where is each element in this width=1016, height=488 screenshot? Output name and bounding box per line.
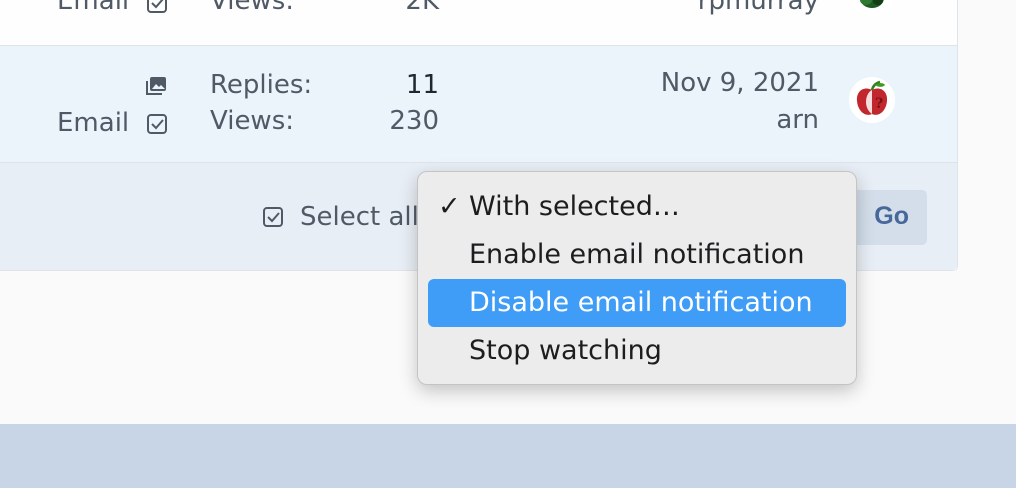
apple-avatar-icon: ? bbox=[849, 77, 895, 123]
last-poster[interactable]: rpmurray bbox=[559, 0, 819, 16]
menu-item-stop-watching[interactable]: Stop watching bbox=[428, 327, 846, 375]
views-label: Views: bbox=[210, 0, 295, 16]
menu-item-label: Enable email notification bbox=[469, 239, 805, 270]
menu-item-label: Disable email notification bbox=[469, 287, 813, 318]
thread-row-selected[interactable]: Email Replies: 11 Views: 230 Nov 9, 2021… bbox=[0, 46, 957, 163]
menu-item-with-selected[interactable]: ✓ With selected… bbox=[428, 183, 846, 231]
notification-type: Email bbox=[57, 108, 130, 138]
go-button-label: Go bbox=[874, 202, 909, 230]
user-avatar-icon bbox=[850, 0, 894, 16]
check-mark-icon: ✓ bbox=[438, 191, 461, 222]
menu-item-enable-email[interactable]: Enable email notification bbox=[428, 231, 846, 279]
menu-item-disable-email[interactable]: Disable email notification bbox=[428, 279, 846, 327]
last-post-date[interactable]: Nov 9, 2021 bbox=[559, 68, 819, 98]
views-count: 230 bbox=[389, 106, 439, 136]
page-footer-band bbox=[0, 424, 1016, 488]
replies-label: Replies: bbox=[210, 70, 313, 100]
avatar[interactable]: ? bbox=[849, 77, 895, 123]
last-poster[interactable]: arn bbox=[559, 105, 819, 135]
thread-row[interactable]: Email Views: 2K rpmurray bbox=[0, 0, 957, 46]
image-icon bbox=[146, 77, 166, 95]
views-label: Views: bbox=[210, 106, 295, 136]
menu-item-label: Stop watching bbox=[469, 335, 662, 366]
replies-count: 11 bbox=[405, 70, 439, 100]
notification-type: Email bbox=[57, 0, 130, 16]
svg-text:?: ? bbox=[875, 96, 883, 112]
checkbox-icon[interactable] bbox=[146, 113, 168, 135]
checkbox-icon[interactable] bbox=[262, 206, 284, 228]
bulk-action-dropdown[interactable]: ✓ With selected… Enable email notificati… bbox=[417, 171, 857, 385]
views-count: 2K bbox=[405, 0, 439, 16]
select-all-label[interactable]: Select all bbox=[300, 202, 419, 232]
checkbox-icon[interactable] bbox=[146, 0, 168, 14]
menu-item-label: With selected… bbox=[469, 191, 680, 222]
avatar[interactable] bbox=[849, 0, 895, 16]
